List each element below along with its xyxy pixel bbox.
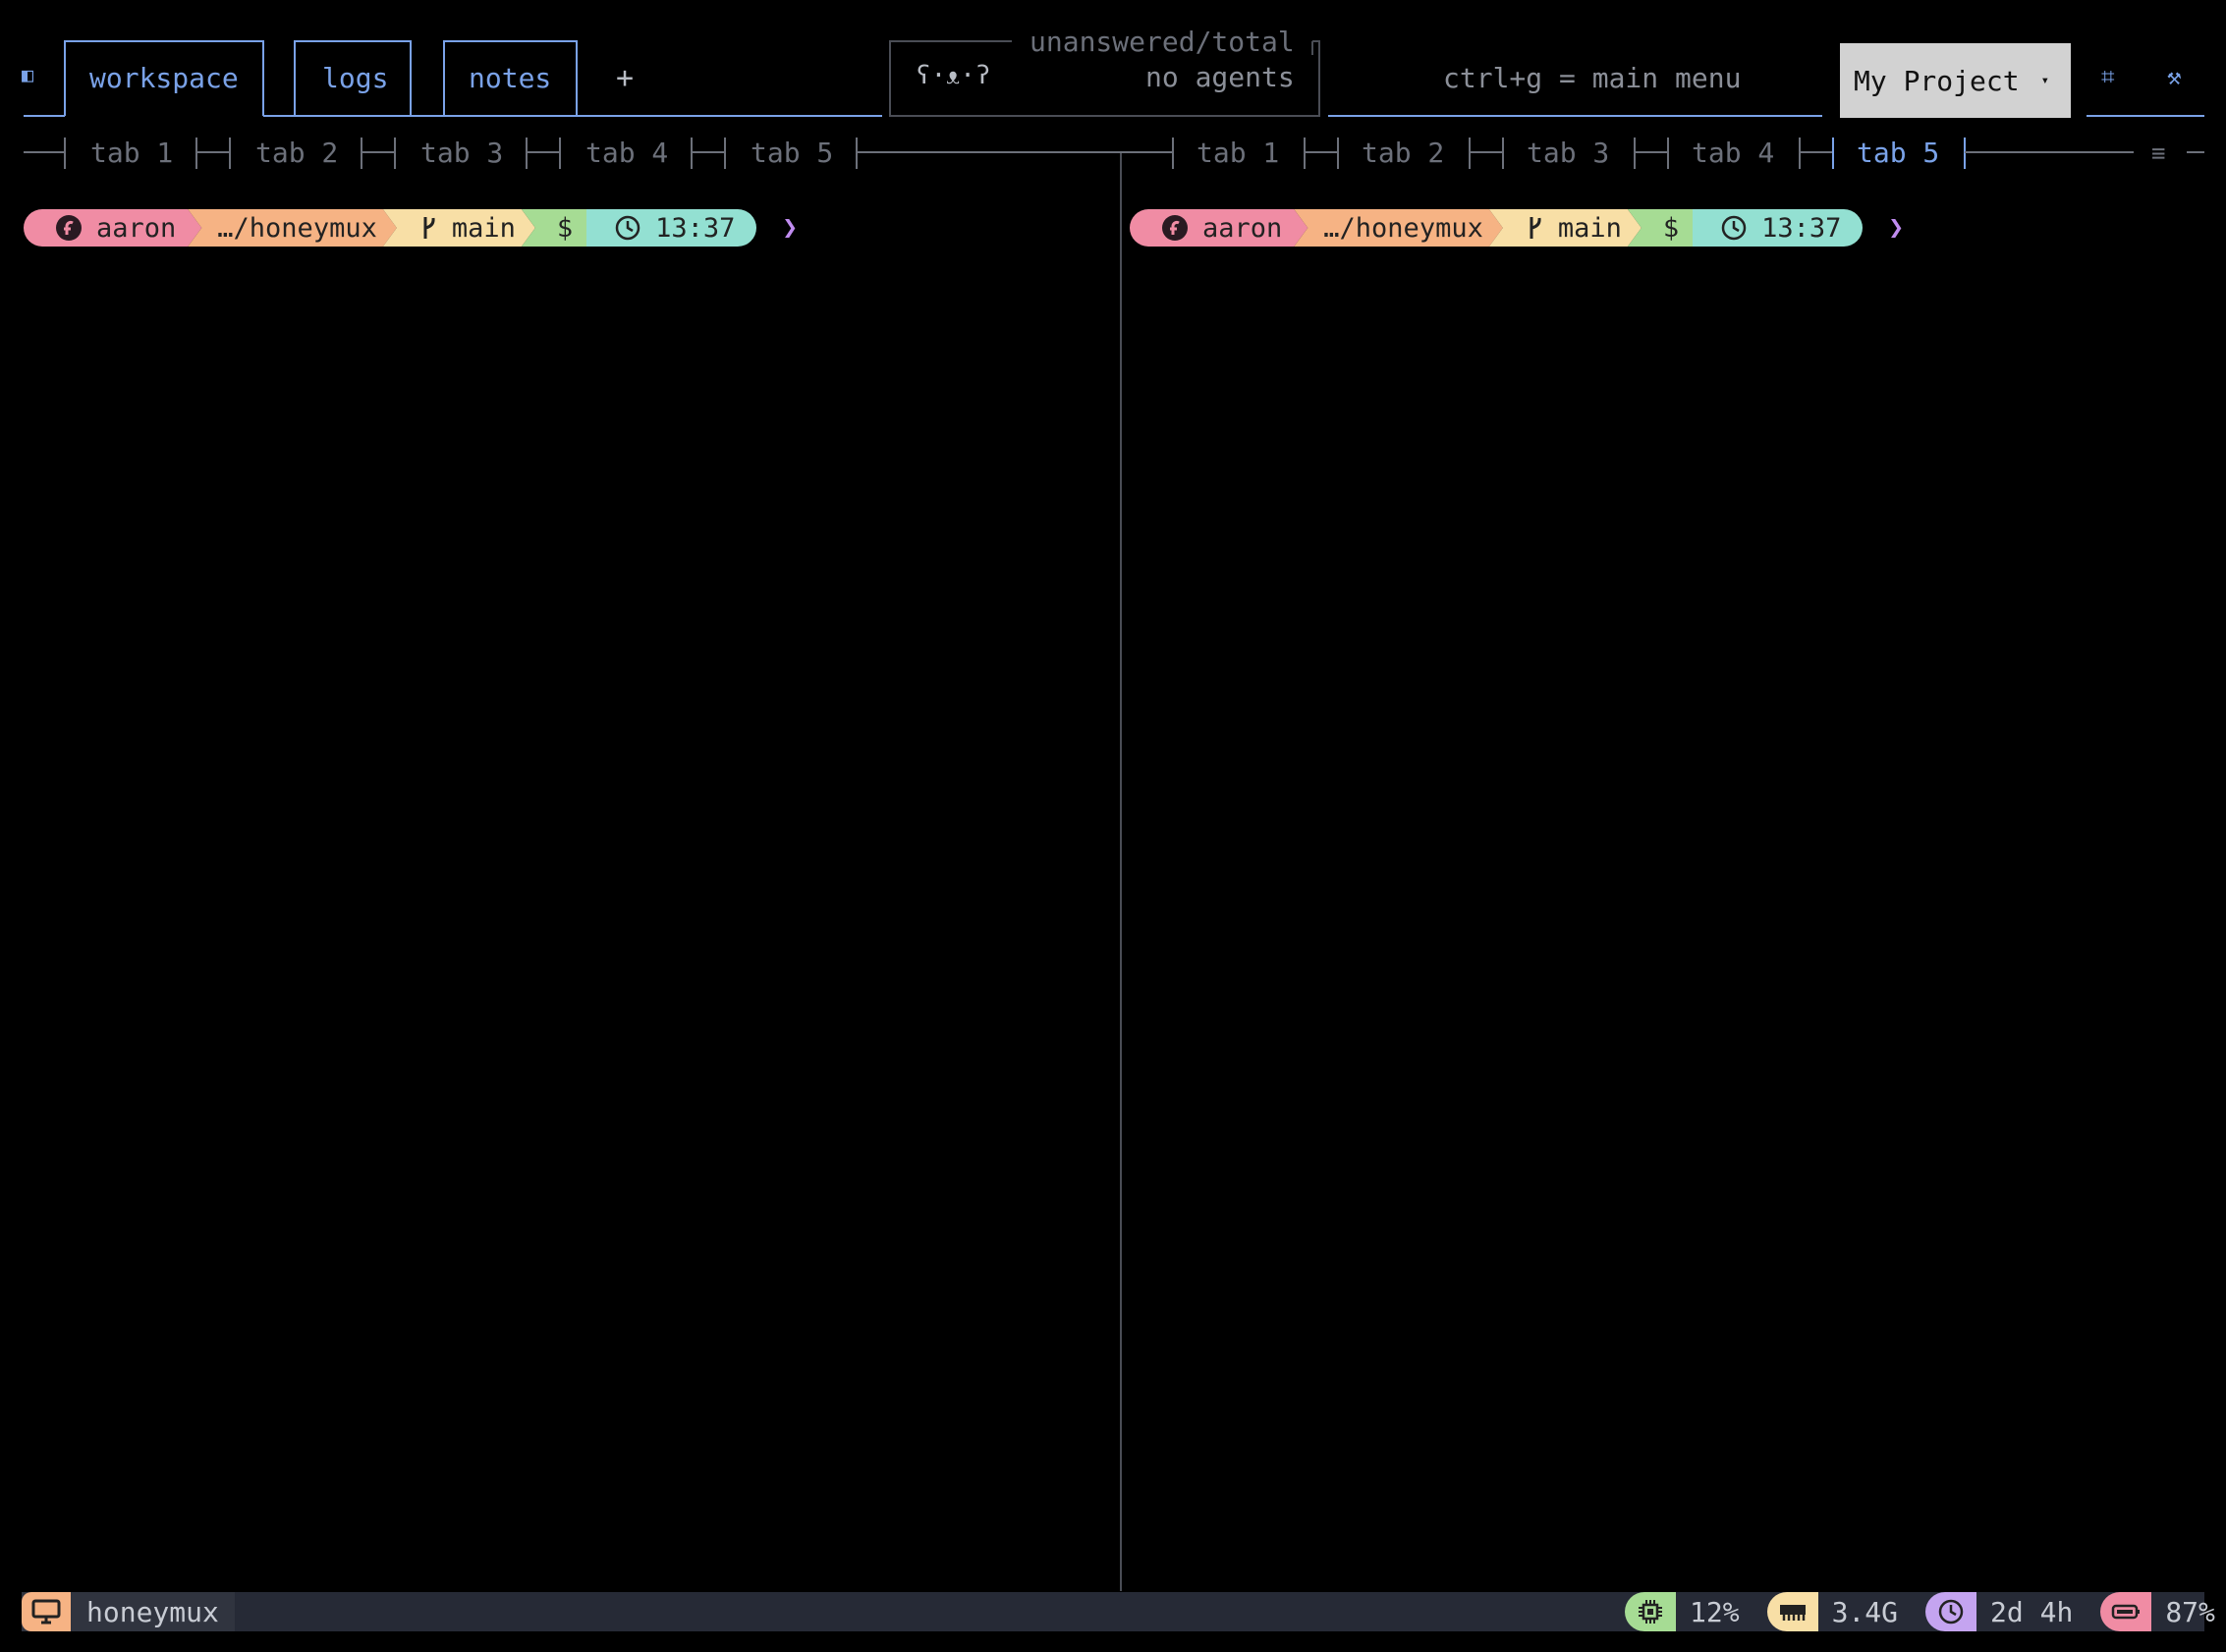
- pane2-tab-1[interactable]: tab 1: [1196, 138, 1279, 168]
- project-selector-button[interactable]: My Project ▾: [1840, 43, 2071, 118]
- memory-icon: [1766, 1592, 1818, 1631]
- pane-divider[interactable]: [1120, 153, 1122, 1591]
- clock-icon: [1720, 214, 1748, 242]
- prompt-caret: ❯: [782, 213, 799, 243]
- cpu-value: 12%: [1690, 1595, 1740, 1628]
- battery-icon: [2100, 1592, 2152, 1631]
- git-branch-icon: [1527, 214, 1544, 242]
- git-branch-icon: [420, 214, 438, 242]
- tab-workspace[interactable]: workspace: [89, 64, 239, 93]
- prompt-branch-segment: main: [1489, 209, 1642, 247]
- prompt-user-segment: aaron: [1130, 209, 1308, 247]
- tab-notes[interactable]: notes: [469, 64, 551, 93]
- prompt-path: …/honeymux: [1323, 212, 1483, 244]
- prompt-time: 13:37: [1761, 212, 1842, 244]
- pane1-tab-3[interactable]: tab 3: [420, 138, 503, 168]
- pane-menu-icon[interactable]: ≡: [2151, 139, 2165, 167]
- agents-status: no agents: [1145, 61, 1295, 93]
- monitor-icon: [22, 1592, 71, 1631]
- uptime-stat: 2d 4h: [1925, 1592, 2083, 1631]
- pane2-tab-5[interactable]: tab 5: [1857, 138, 1939, 168]
- pane2-tab-4[interactable]: tab 4: [1692, 138, 1774, 168]
- grid-icon[interactable]: ⌗: [2101, 63, 2115, 90]
- bear-face-icon: ʕ·ᴥ·ʔ: [916, 61, 991, 90]
- add-tab-button[interactable]: +: [616, 61, 634, 95]
- clock-icon: [614, 214, 641, 242]
- uptime-value: 2d 4h: [1990, 1595, 2074, 1628]
- prompt-branch: main: [1557, 212, 1622, 244]
- pane1-prompt: aaron …/honeymux main $ 13:37 ❯: [24, 209, 798, 247]
- session-name: honeymux: [86, 1595, 219, 1628]
- prompt-time: 13:37: [655, 212, 736, 244]
- prompt-path-segment: …/honeymux: [188, 209, 397, 247]
- frame-lines: [24, 40, 2204, 169]
- battery-stat: 87%: [2100, 1592, 2225, 1631]
- fedora-icon: [1161, 214, 1189, 242]
- session-indicator[interactable]: honeymux: [22, 1592, 235, 1631]
- prompt-user-segment: aaron: [24, 209, 201, 247]
- system-stats: 12% 3.4G 2d 4h 87%: [1607, 1592, 2225, 1631]
- pane1-tab-5[interactable]: tab 5: [751, 138, 833, 168]
- sidebar-toggle-button[interactable]: ◧: [22, 63, 33, 86]
- memory-value: 3.4G: [1831, 1595, 1899, 1628]
- battery-value: 87%: [2165, 1595, 2215, 1628]
- prompt-shell: $: [1662, 212, 1680, 244]
- pane1-tab-4[interactable]: tab 4: [585, 138, 668, 168]
- pane2-tab-3[interactable]: tab 3: [1527, 138, 1609, 168]
- main-menu-hint: ctrl+g = main menu: [1443, 62, 1742, 94]
- agents-panel[interactable]: ʕ·ᴥ·ʔ no agents: [890, 41, 1319, 116]
- fedora-icon: [55, 214, 83, 242]
- prompt-path-segment: …/honeymux: [1294, 209, 1503, 247]
- prompt-shell: $: [556, 212, 574, 244]
- pane2-tab-2[interactable]: tab 2: [1362, 138, 1444, 168]
- prompt-user: aaron: [1202, 212, 1283, 244]
- tab-logs[interactable]: logs: [322, 64, 388, 93]
- chevron-down-icon: ▾: [2040, 73, 2050, 88]
- prompt-user: aaron: [96, 212, 177, 244]
- memory-stat: 3.4G: [1766, 1592, 1908, 1631]
- pane2-prompt: aaron …/honeymux main $ 13:37 ❯: [1130, 209, 1904, 247]
- prompt-time-segment: 13:37: [586, 209, 757, 247]
- prompt-path: …/honeymux: [217, 212, 377, 244]
- prompt-caret: ❯: [1888, 213, 1905, 243]
- clock-icon: [1925, 1592, 1977, 1631]
- prompt-branch-segment: main: [383, 209, 535, 247]
- prompt-branch: main: [451, 212, 516, 244]
- pane1-tab-1[interactable]: tab 1: [90, 138, 173, 168]
- prompt-time-segment: 13:37: [1693, 209, 1864, 247]
- pane1-tab-2[interactable]: tab 2: [255, 138, 338, 168]
- cpu-stat: 12%: [1625, 1592, 1750, 1631]
- project-label: My Project: [1854, 64, 2020, 97]
- cpu-icon: [1625, 1592, 1676, 1631]
- tools-icon[interactable]: ⚒: [2167, 63, 2181, 90]
